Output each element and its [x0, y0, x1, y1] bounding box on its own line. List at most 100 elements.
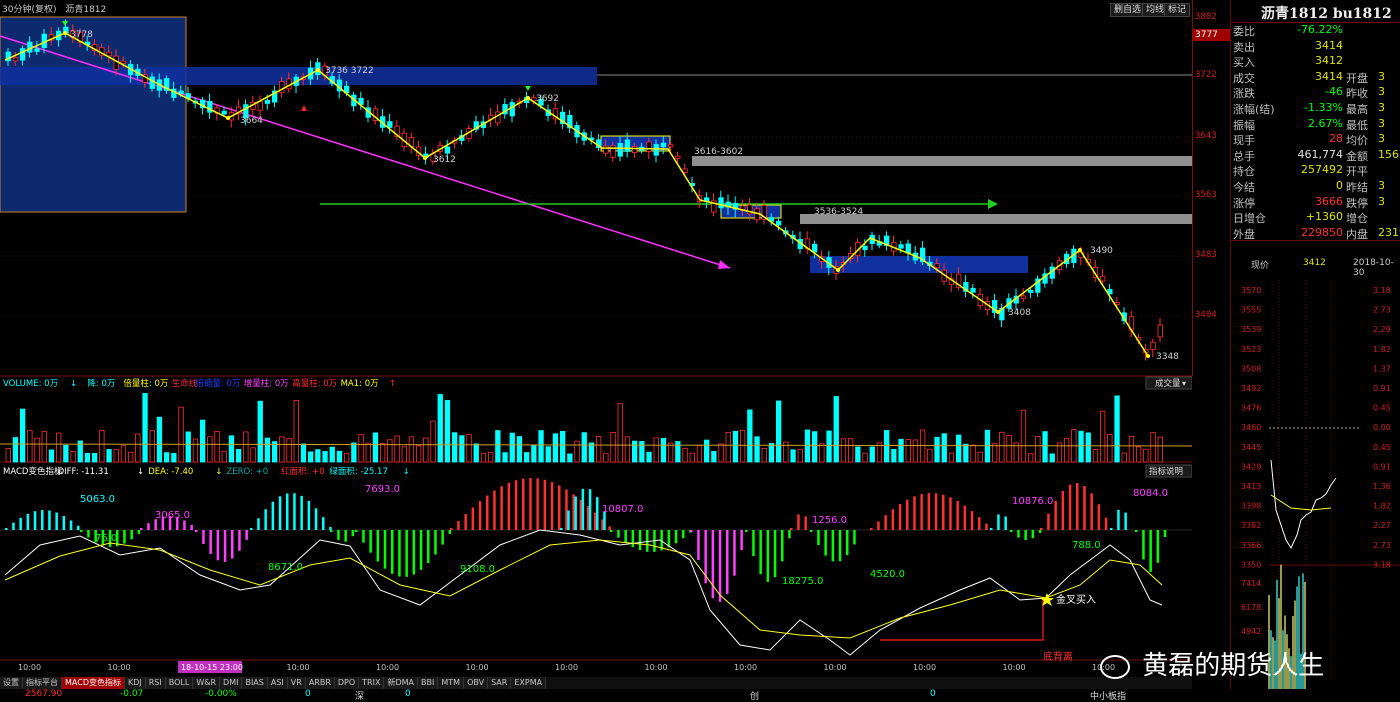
- mark-button[interactable]: 标记: [1164, 3, 1191, 17]
- status-item: -0.00%: [205, 689, 237, 699]
- indicator-tab[interactable]: ASI: [267, 677, 288, 689]
- candle: [1150, 341, 1156, 350]
- indicator-tab[interactable]: BOLL: [165, 677, 194, 689]
- macd-bar: [329, 526, 332, 530]
- intraday-mini-chart[interactable]: 3570 3555 3539 3523 3508 3492 3476 3460 3445 3429…: [1231, 280, 1400, 700]
- quote-row: 现手 28 均价 3: [1233, 132, 1400, 147]
- macd-bar: [567, 510, 570, 530]
- volume-bar: [365, 442, 371, 463]
- volume-bar: [127, 451, 134, 463]
- indicator-tab[interactable]: ARBR: [305, 677, 335, 689]
- volume-bar: [192, 438, 199, 463]
- volume-bar: [934, 436, 940, 463]
- indicator-tab[interactable]: KDJ: [124, 677, 146, 689]
- macd-bar: [1149, 530, 1152, 572]
- price-tick: 3643: [1195, 131, 1217, 141]
- macd-bar: [87, 530, 90, 538]
- delete-watchlist-button[interactable]: 删自选: [1110, 3, 1146, 17]
- volume-bar: [704, 439, 710, 463]
- indicator-tab[interactable]: 新DMA: [384, 677, 419, 689]
- volume-bar: [430, 420, 436, 463]
- candle: [264, 100, 271, 104]
- macd-bar: [773, 530, 777, 578]
- kline-chart[interactable]: 3778 3736 3722 3664 3692 3612 3616-3602 …: [0, 0, 1192, 700]
- macd-bar: [80, 530, 83, 532]
- mini-price-tick: 3429: [1241, 462, 1261, 471]
- volume-bar: [473, 443, 479, 463]
- indicator-tab[interactable]: BBI: [418, 677, 439, 689]
- macd-area-label: 76.0: [95, 533, 117, 544]
- indicator-tab[interactable]: 指标平台: [23, 677, 62, 689]
- macd-bar: [617, 530, 620, 538]
- indicator-tab[interactable]: 设置: [0, 677, 23, 689]
- mini-pct-tick: 3.18: [1373, 560, 1391, 569]
- macd-bar: [536, 478, 539, 530]
- quote-label-2: 增仓: [1346, 212, 1368, 226]
- indicator-tab[interactable]: W&R: [193, 677, 221, 689]
- macd-bar: [1004, 516, 1007, 530]
- macd-bar: [1135, 530, 1138, 532]
- up-marker-icon: [301, 105, 307, 111]
- macd-bar: [507, 482, 511, 530]
- volume-bar: [343, 452, 350, 463]
- chart-title: 30分钟(复权) 沥青1812: [2, 2, 106, 15]
- period-label[interactable]: 30分钟(复权): [2, 5, 56, 15]
- macd-bar: [257, 518, 260, 530]
- volume-bar: [1128, 436, 1135, 463]
- volume-bar: [135, 433, 141, 463]
- indicator-tab[interactable]: SAR: [488, 677, 512, 689]
- macd-bar: [574, 496, 577, 530]
- macd-bar: [48, 510, 51, 530]
- quote-row: 今结 0 昨结 3: [1233, 179, 1400, 194]
- mini-pct-tick: 3.18: [1373, 286, 1391, 295]
- mini-pct-tick: 2.27: [1373, 521, 1391, 530]
- current-price-badge: 3777: [1193, 29, 1233, 41]
- svg-text:18-10-15 23:00: 18-10-15 23:00: [181, 663, 243, 672]
- svg-text:▾: ▾: [1182, 379, 1186, 388]
- volume-bars: [5, 393, 1163, 463]
- macd-bar: [314, 508, 318, 530]
- indicator-tab[interactable]: DMI: [220, 677, 243, 689]
- macd-bar: [412, 530, 416, 575]
- quote-label: 总手: [1233, 149, 1255, 163]
- indicator-tab[interactable]: BIAS: [242, 677, 268, 689]
- volume-bar: [653, 437, 659, 463]
- volume-bar: [948, 452, 955, 463]
- quote-row: 涨停 3666 跌停 3: [1233, 195, 1400, 210]
- volume-bar: [516, 436, 523, 463]
- macd-bar: [427, 530, 430, 564]
- volume-bar: [48, 449, 55, 463]
- indicator-tab[interactable]: MTM: [438, 677, 465, 689]
- quote-value: -46: [1325, 85, 1343, 99]
- macd-bar: [884, 515, 887, 530]
- volume-legend: VOLUME: 0万 ↓ 降: 0万 倍量柱: 0万 生命线倍缩量: 0万 增量柱: 0…: [3, 378, 396, 389]
- indicator-tab[interactable]: DPO: [334, 677, 360, 689]
- mini-price-tick: 3366: [1241, 541, 1261, 550]
- macd-bar: [608, 526, 611, 530]
- macd-bar: [330, 530, 333, 532]
- indicator-tab[interactable]: RSI: [145, 677, 166, 689]
- volume-bar: [970, 444, 976, 463]
- candle: [27, 41, 33, 53]
- candle: [34, 48, 40, 52]
- macd-bar: [624, 530, 627, 543]
- quote-label-2: 跌停: [1346, 196, 1368, 210]
- indicator-tab[interactable]: OBV: [464, 677, 489, 689]
- indicator-tab[interactable]: TRIX: [359, 677, 385, 689]
- indicator-tab[interactable]: EXPMA: [511, 677, 547, 689]
- time-axis-label: 10:00: [1003, 663, 1026, 672]
- macd-bar: [711, 530, 715, 599]
- macd-bar: [790, 528, 793, 530]
- price-tick: 3404: [1195, 310, 1217, 320]
- mini-pct-tick: 0.45: [1373, 404, 1391, 413]
- macd-bar: [398, 530, 401, 577]
- candle: [898, 244, 904, 249]
- indicator-tab[interactable]: VR: [287, 677, 306, 689]
- indicator-tab[interactable]: MACD变色指标: [62, 677, 125, 689]
- macd-bar: [1061, 490, 1065, 530]
- quote-label: 卖出: [1233, 40, 1255, 54]
- volume-bar: [199, 419, 206, 463]
- mini-pct-tick: 0.91: [1373, 384, 1391, 393]
- candle: [221, 110, 227, 115]
- macd-bar: [1097, 504, 1101, 530]
